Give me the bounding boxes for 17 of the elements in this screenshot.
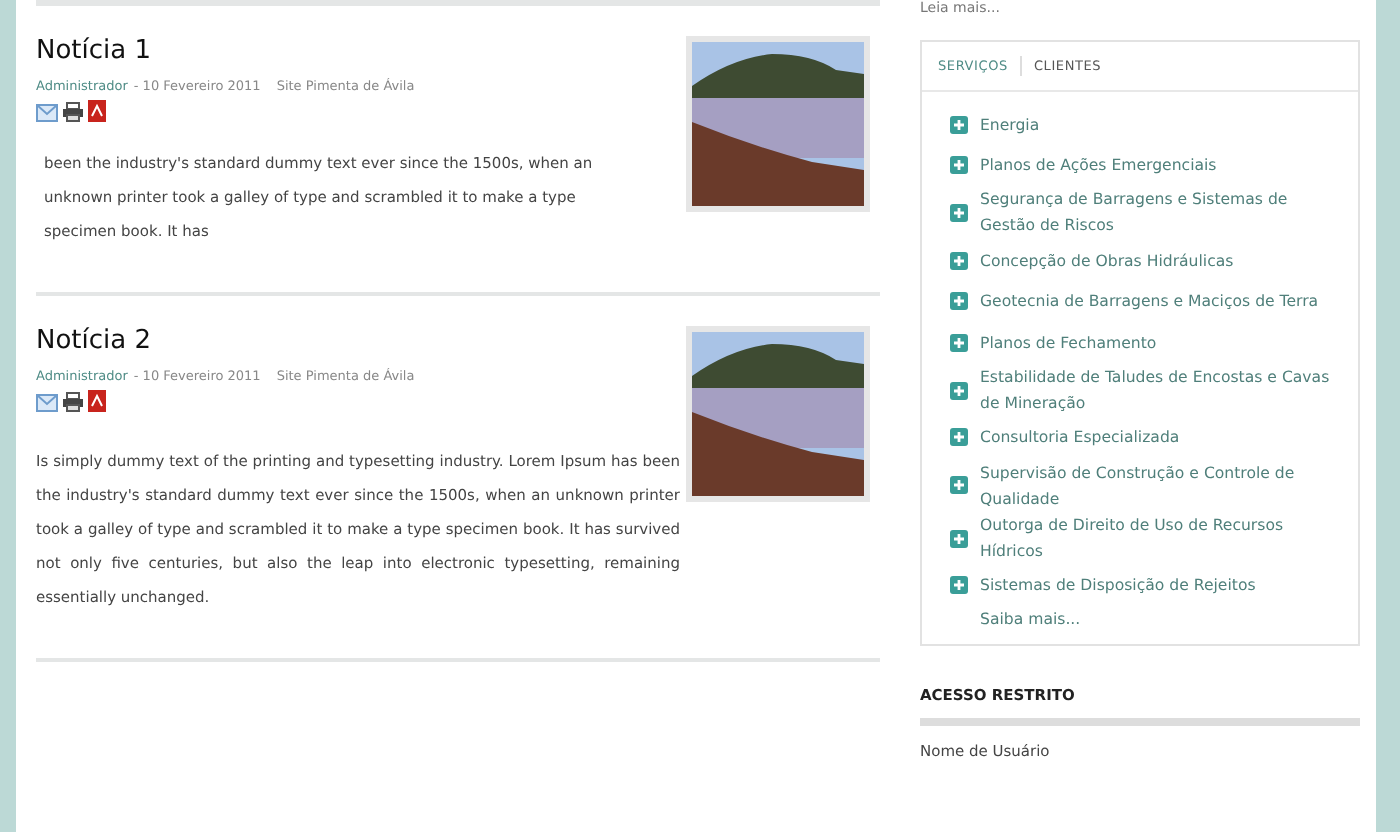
pdf-icon[interactable] <box>88 100 106 122</box>
plus-icon <box>950 529 968 548</box>
plus-icon <box>950 333 968 352</box>
article-title: Notícia 1 <box>36 36 154 66</box>
printer-icon[interactable] <box>62 392 84 412</box>
article-title: Notícia 2 <box>36 326 154 356</box>
pdf-icon[interactable] <box>88 390 106 412</box>
plus-icon <box>950 156 968 175</box>
plus-icon <box>950 576 968 595</box>
plus-icon <box>950 428 968 447</box>
printer-icon[interactable] <box>62 102 84 122</box>
plus-icon <box>950 476 968 494</box>
plus-icon <box>950 381 968 400</box>
plus-icon <box>950 251 968 270</box>
plus-icon <box>950 203 968 222</box>
plus-icon <box>950 115 968 133</box>
plus-icon <box>950 292 968 311</box>
